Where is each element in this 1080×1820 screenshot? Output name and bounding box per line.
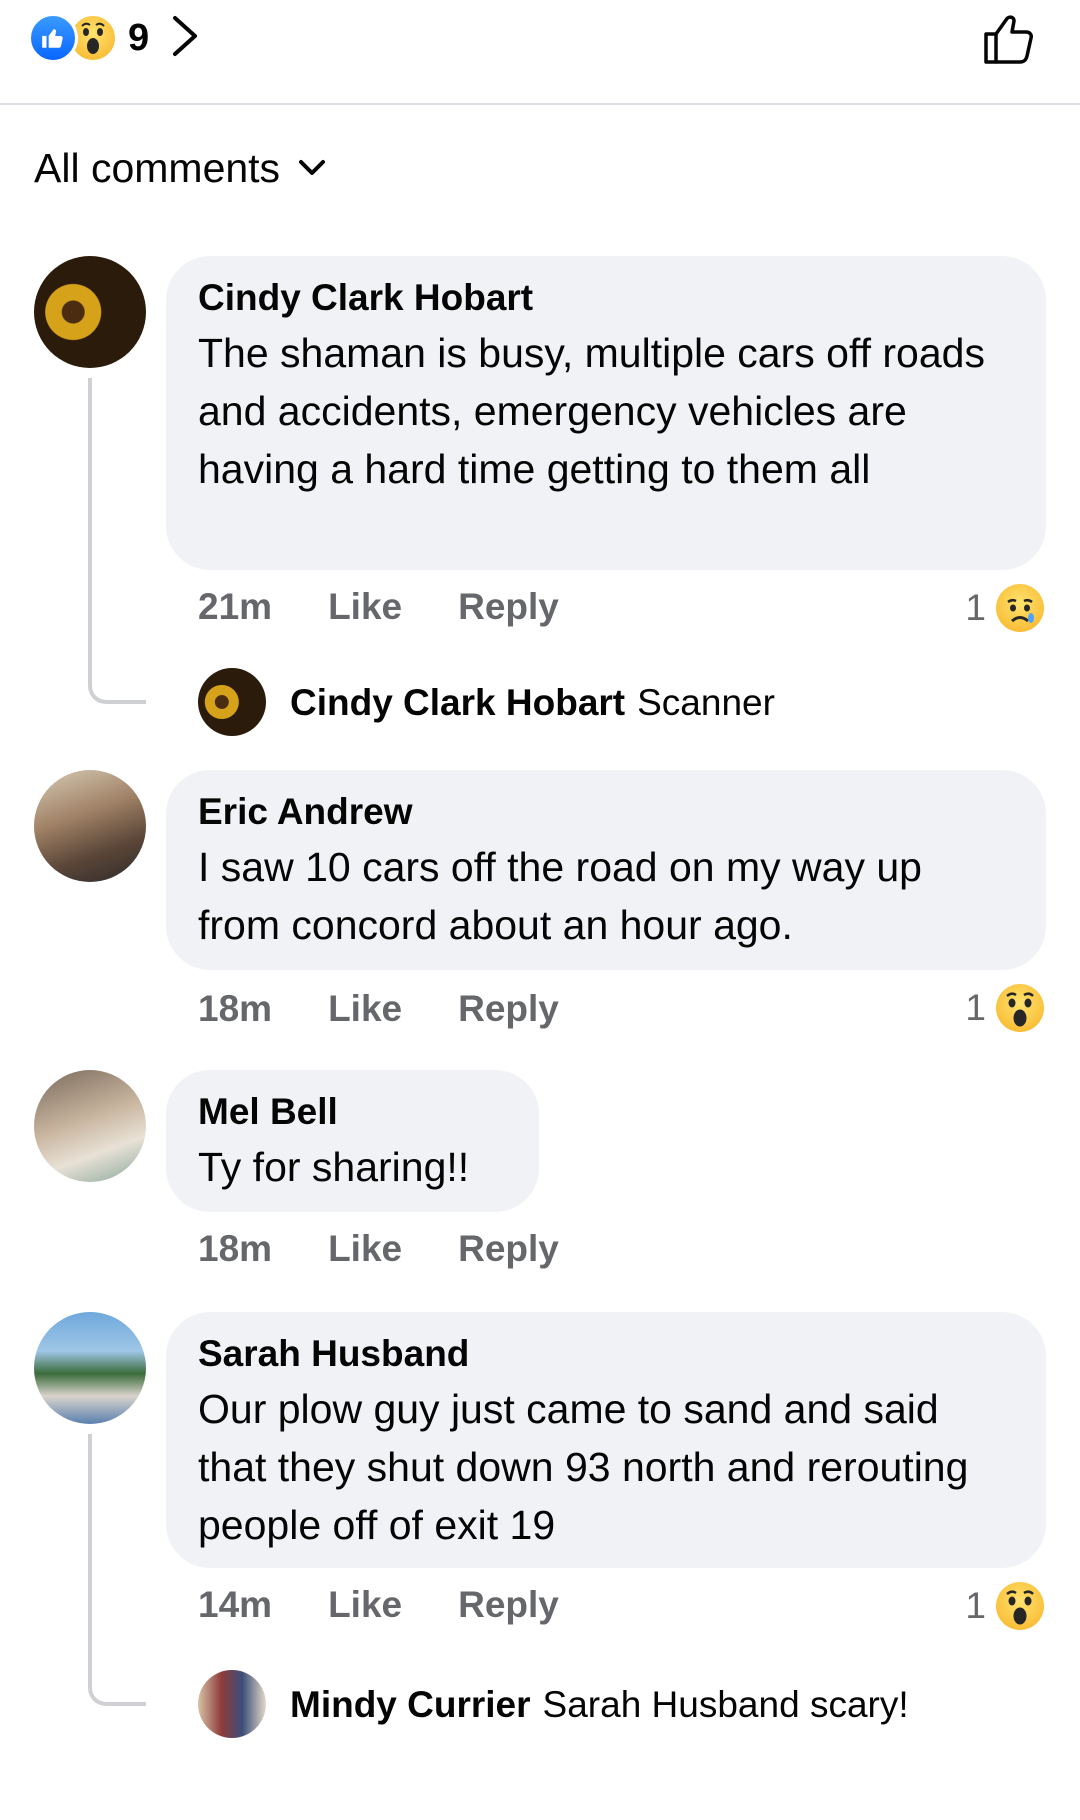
comment-actions: 18m Like Reply [198, 1228, 559, 1270]
chevron-down-icon [298, 159, 326, 182]
like-button[interactable]: Like [328, 988, 402, 1030]
wow-icon [996, 984, 1044, 1032]
avatar[interactable] [34, 1070, 146, 1182]
comment-bubble[interactable]: Cindy Clark Hobart The shaman is busy, m… [166, 256, 1046, 570]
like-icon [28, 13, 78, 63]
reaction-count: 9 [128, 16, 150, 59]
comment-actions: 14m Like Reply [198, 1584, 559, 1626]
comment-text: I saw 10 cars off the road on my way up … [198, 844, 922, 948]
wow-icon [996, 1582, 1044, 1630]
thread-line [88, 1434, 146, 1706]
like-button[interactable]: Like [328, 1584, 402, 1626]
reply-preview[interactable]: Mindy Currier Sarah Husband scary! [290, 1684, 909, 1726]
avatar[interactable] [198, 1670, 266, 1738]
comment-reactions[interactable]: 1 [965, 984, 1044, 1032]
like-button[interactable]: Like [328, 1228, 402, 1270]
reply-button[interactable]: Reply [458, 1584, 559, 1626]
comment-bubble[interactable]: Sarah Husband Our plow guy just came to … [166, 1312, 1046, 1568]
sad-icon [996, 584, 1044, 632]
chevron-right-icon[interactable] [171, 14, 199, 63]
comment-author[interactable]: Sarah Husband [198, 1332, 1014, 1376]
comment-time[interactable]: 18m [198, 988, 272, 1030]
reply-preview[interactable]: Cindy Clark Hobart Scanner [290, 682, 775, 724]
comment-bubble[interactable]: Mel Bell Ty for sharing!! [166, 1070, 539, 1212]
thumbs-up-outline-icon [984, 15, 1033, 64]
reply-author: Mindy Currier [290, 1684, 531, 1725]
reply-text: Scanner [637, 682, 775, 723]
reply-button[interactable]: Reply [458, 988, 559, 1030]
comment-actions: 21m Like Reply [198, 586, 559, 628]
avatar[interactable] [34, 256, 146, 368]
reply-button[interactable]: Reply [458, 1228, 559, 1270]
comment-bubble[interactable]: Eric Andrew I saw 10 cars off the road o… [166, 770, 1046, 970]
comment-actions: 18m Like Reply [198, 988, 559, 1030]
reaction-count: 1 [965, 1585, 986, 1626]
comment-author[interactable]: Mel Bell [198, 1090, 507, 1134]
reply-button[interactable]: Reply [458, 586, 559, 628]
reactions-bar: 9 [0, 0, 1080, 105]
avatar[interactable] [198, 668, 266, 736]
like-button[interactable]: Like [328, 586, 402, 628]
comments-page: 9 All comments Cindy Clark Hobart The sh… [0, 0, 1080, 1820]
reply-author: Cindy Clark Hobart [290, 682, 626, 723]
reaction-count: 1 [965, 987, 986, 1028]
reply-text: Sarah Husband scary! [542, 1684, 909, 1725]
filter-label: All comments [34, 145, 281, 191]
reactions-summary[interactable]: 9 [28, 10, 199, 66]
avatar[interactable] [34, 770, 146, 882]
comment-time[interactable]: 14m [198, 1584, 272, 1626]
comment-author[interactable]: Eric Andrew [198, 790, 1014, 834]
comment-time[interactable]: 21m [198, 586, 272, 628]
comment-text: Ty for sharing!! [198, 1144, 470, 1190]
thread-line [88, 378, 146, 704]
reaction-count: 1 [965, 587, 986, 628]
comment-reactions[interactable]: 1 [965, 584, 1044, 632]
comments-filter[interactable]: All comments [34, 145, 326, 192]
comment-author[interactable]: Cindy Clark Hobart [198, 276, 1014, 320]
like-post-button[interactable] [980, 8, 1040, 73]
avatar[interactable] [34, 1312, 146, 1424]
comment-text: The shaman is busy, multiple cars off ro… [198, 330, 985, 492]
comment-text: Our plow guy just came to sand and said … [198, 1386, 969, 1548]
comment-reactions[interactable]: 1 [965, 1582, 1044, 1630]
comment-time[interactable]: 18m [198, 1228, 272, 1270]
